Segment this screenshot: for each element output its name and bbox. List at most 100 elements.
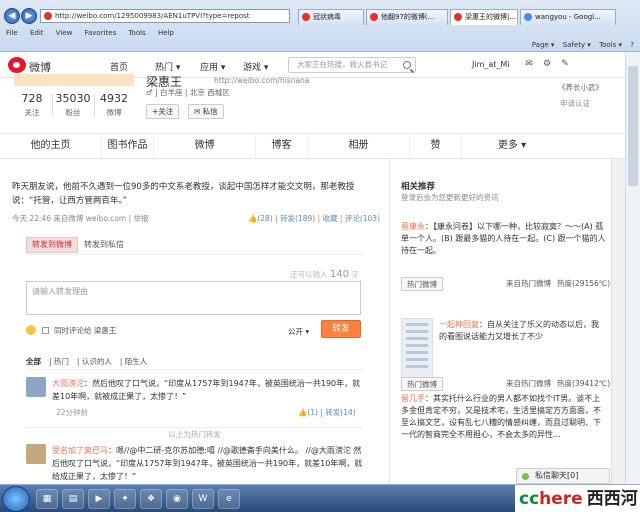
nav-hot[interactable]: 热门 ▾ — [155, 60, 180, 73]
tab-weibo[interactable]: 微博 — [154, 134, 256, 158]
repost-user[interactable]: 大雨滂沱 — [52, 379, 84, 388]
like-count[interactable]: (28) — [257, 214, 272, 223]
tab-home[interactable]: 他的主页 — [0, 134, 102, 158]
help-menu[interactable]: ? — [630, 41, 634, 49]
explorer-icon[interactable]: ▦ — [36, 489, 58, 509]
menu-tools[interactable]: Tools — [128, 29, 145, 37]
browser-tab-1[interactable]: 冠状病毒 — [298, 9, 364, 25]
menu-edit[interactable]: Edit — [30, 29, 44, 37]
sidebar-source: 来自热门微博 — [506, 279, 551, 288]
tab-more[interactable]: 更多 ▾ — [462, 134, 562, 158]
browser-tab-2[interactable]: 他翻97的微博(... — [366, 9, 448, 25]
settings-icon[interactable]: ⚙ — [542, 59, 552, 69]
emoji-icon[interactable] — [26, 325, 36, 335]
repost-user[interactable]: 受名加了奥巴马 — [52, 446, 108, 455]
chat-status-icon — [522, 473, 529, 480]
filter-strangers[interactable]: 陌生人 — [125, 357, 148, 366]
folder-icon[interactable]: ▤ — [62, 489, 84, 509]
nav-apps[interactable]: 应用 ▾ — [200, 60, 225, 73]
browser-tab-3[interactable]: 梁惠王的微博|... — [450, 9, 518, 25]
sidebar-post-user[interactable]: 一起神回复 — [439, 320, 479, 329]
chrome-icon[interactable]: ◉ — [166, 489, 188, 509]
nav-home[interactable]: 首页 — [110, 60, 128, 73]
page-scrollbar[interactable] — [625, 52, 640, 484]
filter-known[interactable]: 认识的人 — [82, 357, 112, 366]
filter-hot[interactable]: 热门 — [54, 357, 69, 366]
menu-favorites[interactable]: Favorites — [85, 29, 117, 37]
tab-repost-to-message[interactable]: 转发到私信 — [84, 239, 124, 250]
post-source[interactable]: 来自微博 weibo.com — [53, 214, 126, 223]
sidebar: 相关推荐 登录后会为您更新更好的资讯 蔡康永：【康永问卷】以下哪一种，比较寂寞？… — [391, 159, 611, 484]
avatar[interactable] — [26, 377, 46, 397]
command-bar: Page ▾ Safety ▾ Tools ▾ ? — [526, 39, 634, 51]
nav-games[interactable]: 游戏 ▾ — [243, 60, 268, 73]
sidebar-post-user[interactable]: 蔡康永 — [401, 222, 425, 231]
profile-book-title[interactable]: 《养长小武》 — [558, 82, 603, 93]
sidebar-scrollbar[interactable] — [611, 159, 625, 484]
private-chat-button[interactable]: 私信聊天[0] — [516, 468, 610, 484]
pdf-icon[interactable]: ✦ — [114, 489, 136, 509]
message-button[interactable]: ✉ 私信 — [188, 104, 224, 119]
repost-link[interactable]: 转发(189) — [280, 214, 315, 223]
stat-posts[interactable]: 4932 微博 — [96, 92, 132, 118]
hot-weibo-button[interactable]: 热门微博 — [401, 377, 443, 391]
avatar[interactable] — [26, 444, 46, 464]
comment-link[interactable]: 评论(103) — [345, 214, 380, 223]
filter-all[interactable]: 全部 — [26, 357, 41, 366]
repost-time[interactable]: 22分钟前 — [56, 407, 88, 418]
windows-taskbar: ▦ ▤ ▶ ✦ ❖ ◉ W e cchere 西西河 — [0, 484, 640, 512]
tab-album[interactable]: 相册 — [308, 134, 410, 158]
tab-likes[interactable]: 赞 — [410, 134, 462, 158]
menu-view[interactable]: View — [56, 29, 73, 37]
report-link[interactable]: 举报 — [134, 214, 149, 223]
original-post-text: 昨天朋友说，他前不久遇到一位90多的中文系老教授，谈起中国怎样才能交文明，那老教… — [12, 182, 355, 206]
stat-fans[interactable]: 35030 粉丝 — [54, 92, 92, 118]
repost-tabs: 转发到微博 转发到私信 — [26, 235, 363, 255]
divider — [52, 94, 53, 116]
tab-repost-to-weibo[interactable]: 转发到微博 — [26, 237, 78, 253]
forward-button[interactable]: ▶ — [21, 8, 37, 24]
notification-icon[interactable]: ✉ — [524, 59, 534, 69]
address-bar[interactable]: http://weibo.com/1295009983/AEN1uTPVI?ty… — [40, 9, 290, 23]
sidebar-subtitle: 登录后会为您更新更好的资讯 — [401, 193, 499, 202]
weibo-logo[interactable]: 微博 — [8, 56, 68, 74]
repost-textarea[interactable]: 请输入转发理由 — [26, 281, 361, 315]
menu-help[interactable]: Help — [158, 29, 174, 37]
address-row: ◀ ▶ http://weibo.com/1295009983/AEN1uTPV… — [0, 8, 640, 26]
sidebar-heat: 热度(29156℃) — [557, 279, 611, 288]
sidebar-post: 留几手：其实托什么行业的男人都不如找个IT男。谈不上多金但肯定不穷，又是技术宅，… — [401, 394, 601, 439]
post-thumbnail[interactable] — [401, 318, 433, 382]
repost-item-text: 大雨滂沱：然后他叹了口气说，“印度从1757年到1947年，被英国统治一共190… — [52, 379, 361, 401]
tab-books[interactable]: 图书作品 — [102, 134, 154, 158]
google-favicon-icon — [524, 13, 532, 21]
app-icon[interactable]: ❖ — [140, 489, 162, 509]
menu-file[interactable]: File — [6, 29, 18, 37]
start-button[interactable] — [2, 486, 30, 512]
current-user[interactable]: Jim_at_Mi — [472, 60, 510, 69]
also-comment-checkbox[interactable] — [42, 327, 49, 334]
tab-blog[interactable]: 博客 — [256, 134, 308, 158]
profile-url[interactable]: http://weibo.com/hisnana — [214, 76, 309, 85]
page-menu[interactable]: Page ▾ — [532, 41, 555, 49]
tools-menu[interactable]: Tools ▾ — [599, 41, 622, 49]
scrollbar-thumb[interactable] — [628, 66, 638, 186]
media-icon[interactable]: ▶ — [88, 489, 110, 509]
repost-button[interactable]: 转发 — [321, 320, 361, 338]
visibility-select[interactable]: 公开 ▾ — [288, 326, 309, 337]
word-icon[interactable]: W — [192, 489, 214, 509]
apply-verify-link[interactable]: 申请认证 — [560, 98, 590, 109]
follow-button[interactable]: +关注 — [146, 104, 180, 119]
search-icon[interactable] — [403, 61, 411, 69]
compose-icon[interactable]: ✎ — [560, 59, 570, 69]
sidebar-post-user[interactable]: 留几手 — [401, 394, 425, 403]
browser-tab-4[interactable]: wangyou - Googl... — [520, 9, 616, 25]
safety-menu[interactable]: Safety ▾ — [563, 41, 591, 49]
post-time[interactable]: 今天 22:46 — [12, 214, 51, 223]
ie-icon[interactable]: e — [218, 489, 240, 509]
repost-filter: 全部 | 热门 | 认识的人 | 陌生人 — [26, 356, 363, 370]
hot-weibo-button[interactable]: 热门微博 — [401, 277, 443, 291]
back-button[interactable]: ◀ — [4, 8, 20, 24]
stat-following[interactable]: 728 关注 — [14, 92, 50, 118]
search-input[interactable]: 大家正在热搜，救火县书记 — [288, 57, 416, 73]
favorite-link[interactable]: 收藏 — [323, 214, 338, 223]
